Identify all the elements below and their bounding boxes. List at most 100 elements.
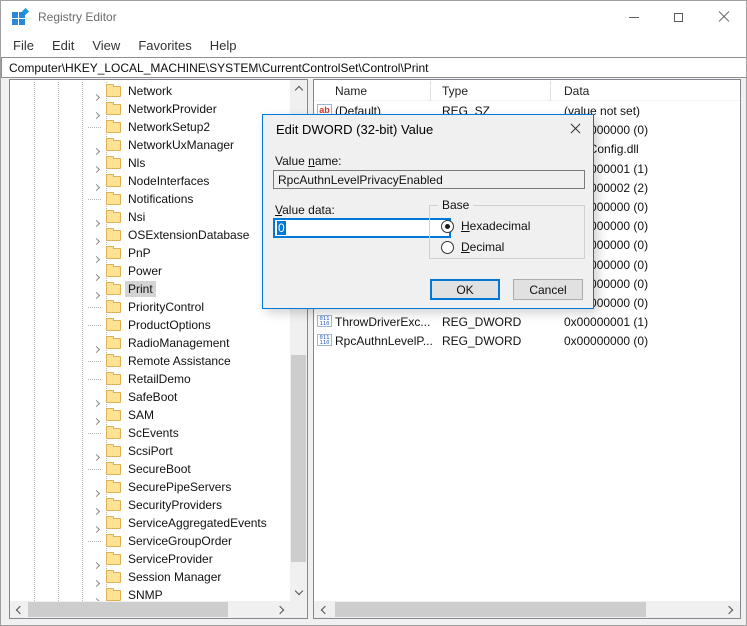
tree-item-label: Print [125,281,156,297]
list-row[interactable]: 011110 RpcAuthnLevelP... REG_DWORD 0x000… [314,331,740,350]
tree-item[interactable]: OSExtensionDatabase [10,226,290,244]
column-header-data[interactable]: Data [564,84,589,98]
tree-item-label: NetworkProvider [125,101,220,117]
dialog-close-button[interactable] [559,116,591,140]
tree-item[interactable]: PriorityControl [10,298,290,316]
dialog-title: Edit DWORD (32-bit) Value [276,122,433,137]
tree-item[interactable]: Network [10,82,290,100]
scroll-up-button[interactable] [290,80,307,97]
cancel-button[interactable]: Cancel [513,279,583,300]
radio-decimal[interactable]: Decimal [441,240,504,254]
maximize-button[interactable] [656,1,701,33]
tree-stub [88,325,101,326]
tree-item[interactable]: NetworkSetup2 [10,118,290,136]
window-title: Registry Editor [38,10,117,24]
tree-item[interactable]: Print [10,280,290,298]
column-header-type[interactable]: Type [442,84,468,98]
radio-hexadecimal[interactable]: Hexadecimal [441,219,530,233]
tree-item[interactable]: Session Manager [10,568,290,586]
tree-item[interactable]: SafeBoot [10,388,290,406]
tree-item[interactable]: Nls [10,154,290,172]
expander [92,177,104,187]
tree-item[interactable]: ServiceGroupOrder [10,532,290,550]
menu-item-favorites[interactable]: Favorites [129,38,200,53]
folder-icon [106,158,121,169]
horizontal-scrollbar-thumb[interactable] [335,602,646,617]
column-separator[interactable] [550,81,551,101]
tree-stub [88,433,101,434]
radio-icon [441,241,454,254]
menu-item-view[interactable]: View [83,38,129,53]
list-header: Name Type Data [314,81,740,101]
tree-item[interactable]: ScEvents [10,424,290,442]
expander [92,483,104,493]
tree-item[interactable]: SecureBoot [10,460,290,478]
column-header-name[interactable]: Name [335,84,367,98]
scroll-right-button[interactable] [273,601,290,618]
expander [92,267,104,277]
expander [92,591,104,601]
menu-item-file[interactable]: File [4,38,43,53]
minimize-button[interactable] [611,1,656,33]
list-row[interactable]: 011110 ThrowDriverExc... REG_DWORD 0x000… [314,312,740,331]
menu-item-help[interactable]: Help [201,38,246,53]
tree-item[interactable]: ScsiPort [10,442,290,460]
value-data-label: Value data: [275,203,335,217]
column-separator[interactable] [430,81,431,101]
title-bar: Registry Editor [1,1,746,33]
address-bar[interactable]: Computer\HKEY_LOCAL_MACHINE\SYSTEM\Curre… [1,57,747,78]
scroll-left-button[interactable] [315,601,332,618]
tree-item[interactable]: SNMP [10,586,290,601]
scroll-left-button[interactable] [10,601,27,618]
radio-decimal-label: Decimal [461,240,504,254]
chevron-right-icon [725,605,733,613]
tree-item[interactable]: ProductOptions [10,316,290,334]
tree-item[interactable]: RetailDemo [10,370,290,388]
scroll-right-button[interactable] [722,601,739,618]
chevron-left-icon [16,605,24,613]
ok-button[interactable]: OK [430,279,500,300]
tree-item[interactable]: PnP [10,244,290,262]
tree-item[interactable]: NetworkUxManager [10,136,290,154]
tree-item-label: Power [125,263,165,279]
scroll-down-button[interactable] [290,584,307,601]
vertical-scrollbar-thumb[interactable] [291,355,306,562]
tree-item[interactable]: ServiceAggregatedEvents [10,514,290,532]
tree-item-label: PriorityControl [125,299,207,315]
tree-stub [88,307,101,308]
expander [92,87,104,97]
tree-item[interactable]: RadioManagement [10,334,290,352]
close-button[interactable] [701,1,746,33]
tree-item[interactable]: NodeInterfaces [10,172,290,190]
tree-item-label: ScsiPort [125,443,176,459]
tree-horizontal-scrollbar[interactable] [10,601,290,618]
menu-bar: FileEditViewFavoritesHelp [1,33,746,57]
folder-icon [106,140,121,151]
list-horizontal-scrollbar[interactable] [314,601,740,618]
tree-item[interactable]: SecurityProviders [10,496,290,514]
chevron-up-icon [294,86,302,94]
tree-item[interactable]: Remote Assistance [10,352,290,370]
tree-item[interactable]: SecurePipeServers [10,478,290,496]
horizontal-scrollbar-thumb[interactable] [28,602,228,617]
folder-icon [106,86,121,97]
folder-icon [106,428,121,439]
value-name-field[interactable]: RpcAuthnLevelPrivacyEnabled [273,170,585,189]
tree-stub [88,127,101,128]
tree-item[interactable]: ServiceProvider [10,550,290,568]
tree-item[interactable]: Power [10,262,290,280]
value-data-input[interactable]: 0 [273,218,451,238]
expander [92,555,104,565]
expander [92,339,104,349]
folder-icon [106,104,121,115]
tree-stub [88,379,101,380]
tree-item-label: SAM [125,407,157,423]
tree-item-label: RetailDemo [125,371,194,387]
tree-item[interactable]: SAM [10,406,290,424]
menu-item-edit[interactable]: Edit [43,38,83,53]
folder-icon [106,536,121,547]
tree-item[interactable]: Notifications [10,190,290,208]
tree-item-label: RadioManagement [125,335,232,351]
tree-item[interactable]: Nsi [10,208,290,226]
tree-item[interactable]: NetworkProvider [10,100,290,118]
